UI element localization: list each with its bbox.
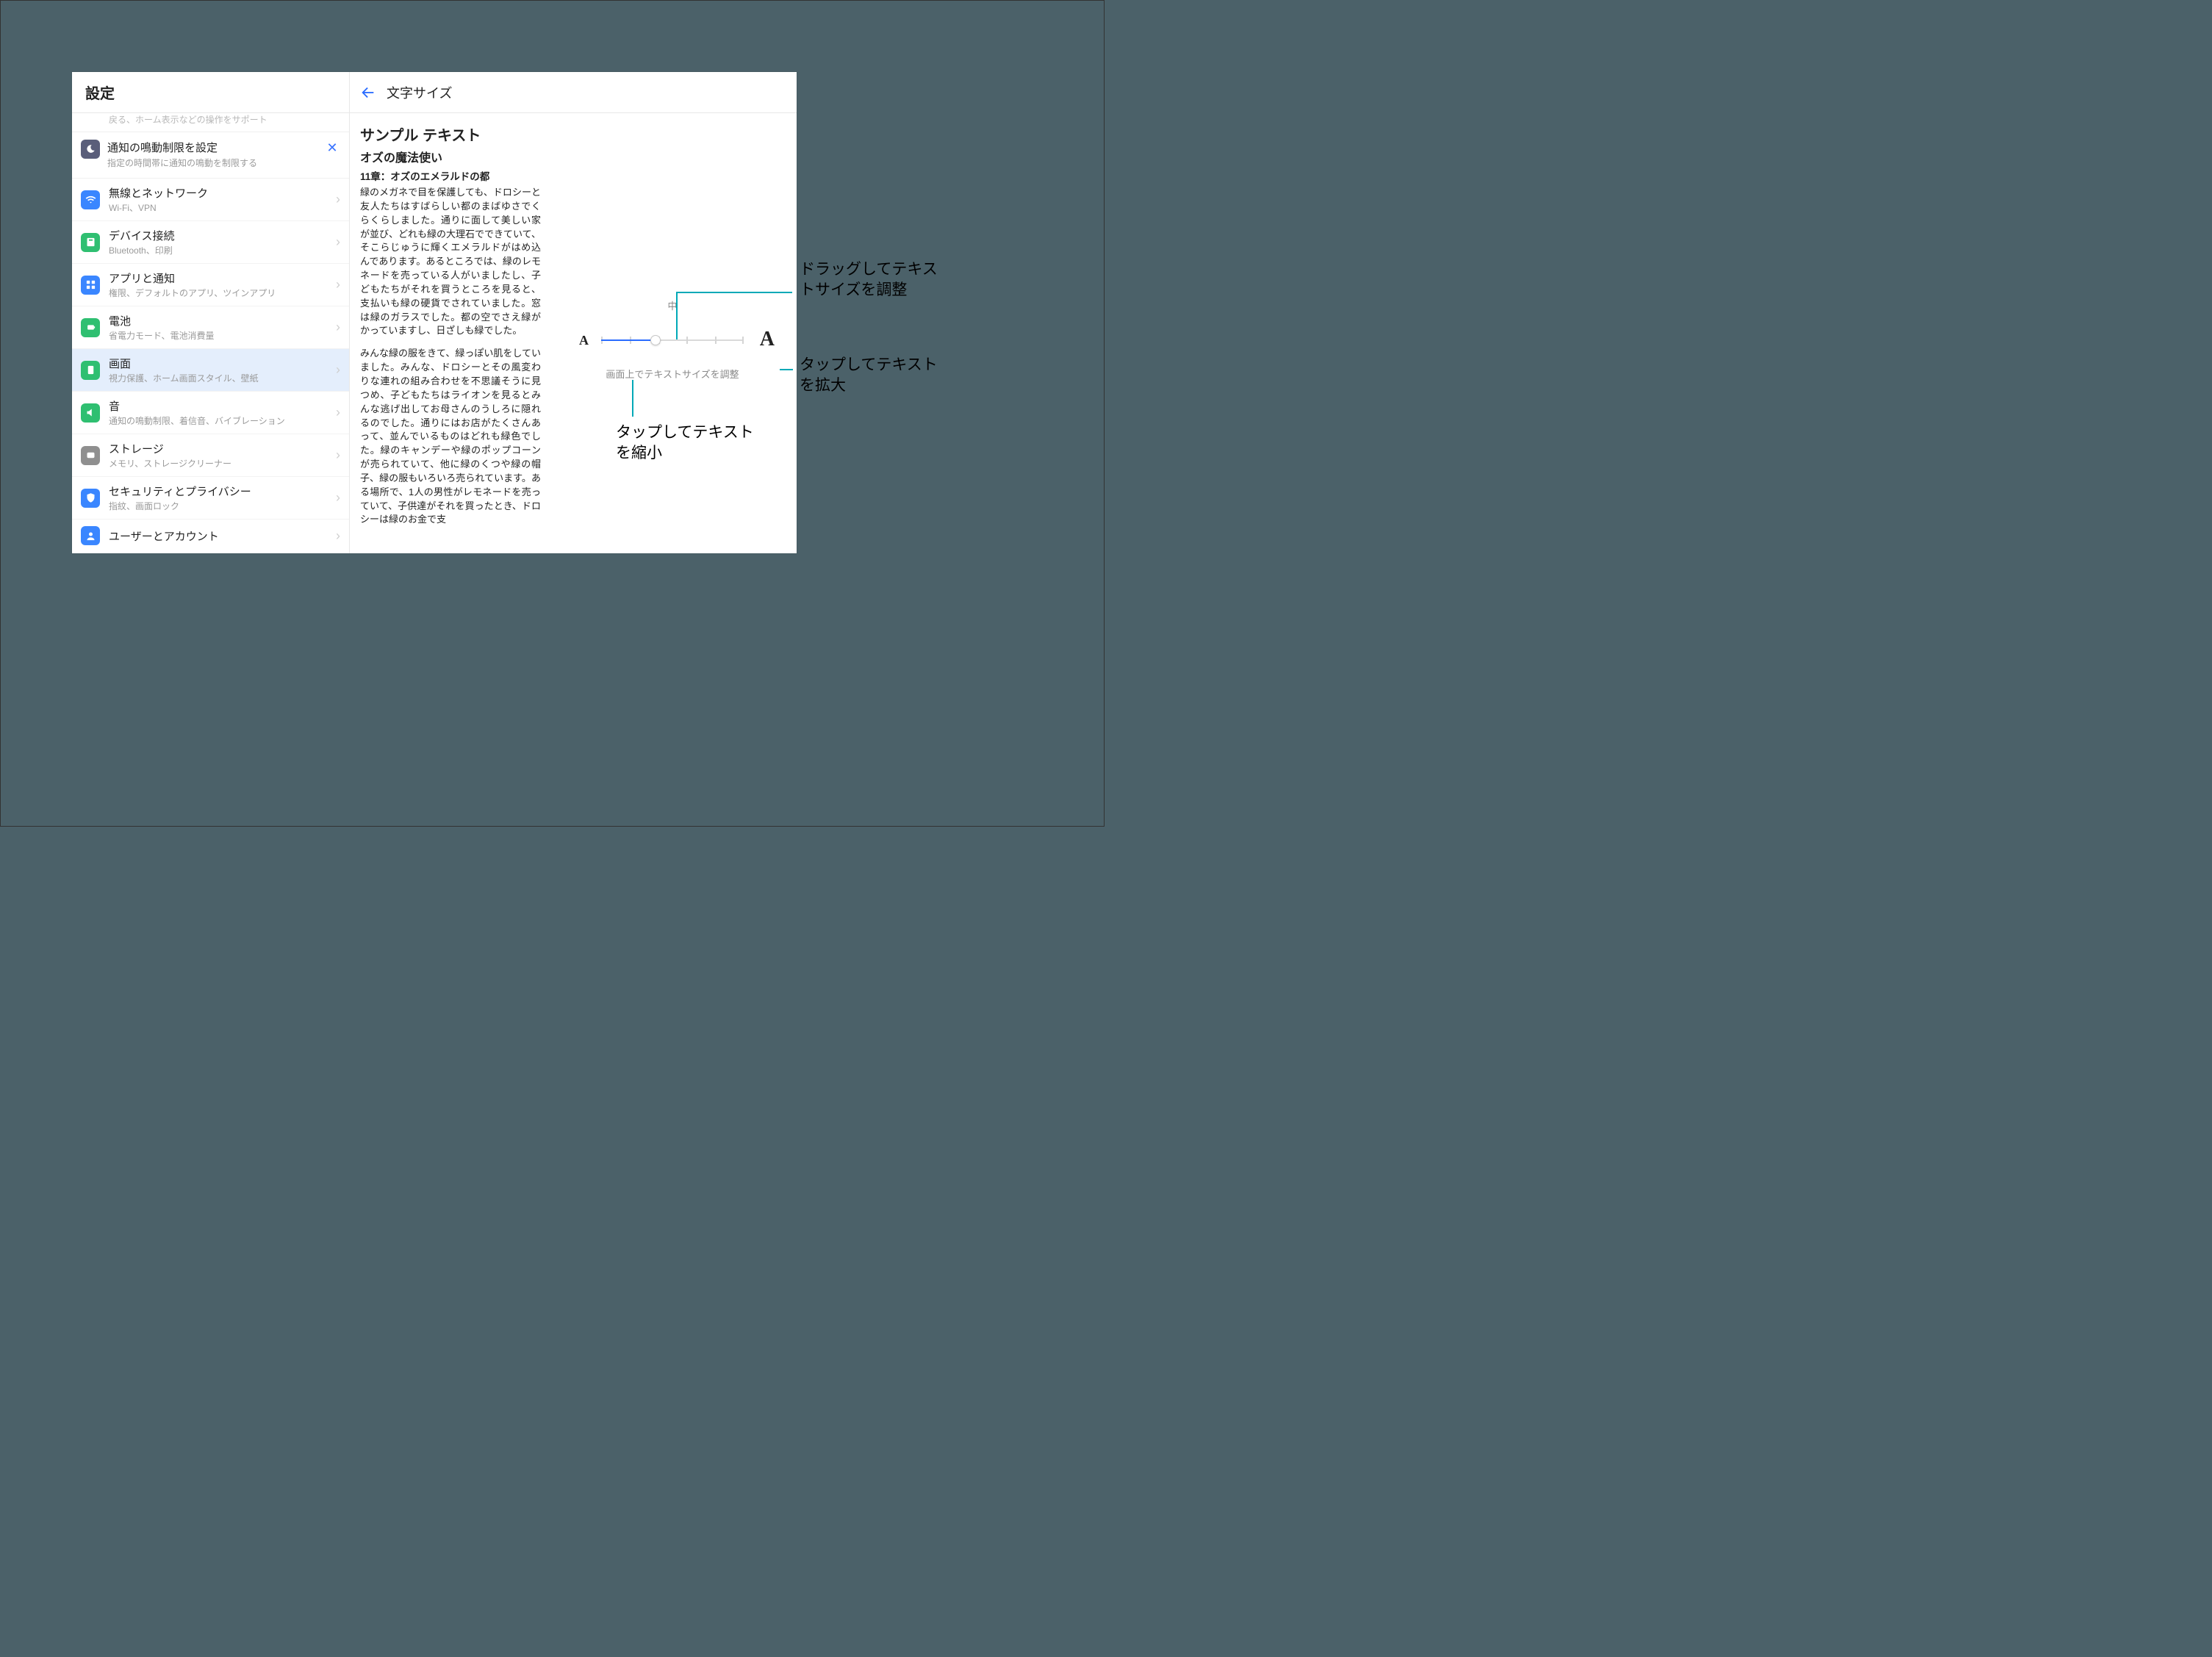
row-apps[interactable]: アプリと通知権限、デフォルトのアプリ、ツインアプリ › [72, 264, 349, 306]
row-apps-sub: 権限、デフォルトのアプリ、ツインアプリ [109, 287, 331, 299]
settings-pane: 設定 戻る、ホーム表示などの操作をサポート 通知の鳴動制限を設定 指定の時間帯に… [72, 72, 350, 553]
text-size-slider-area: 中 A A 画面上でテキストサイズを調整 [548, 113, 797, 553]
row-display[interactable]: 画面視力保護、ホーム画面スタイル、壁紙 › [72, 349, 349, 392]
sample-para-1: 緑のメガネで目を保護しても、ドロシーと友人たちはすばらしい都のまばゆさでくらくら… [360, 186, 541, 338]
sample-chapter: 11章：オズのエメラルドの都 [360, 168, 541, 183]
sample-text-block: サンプル テキスト オズの魔法使い 11章：オズのエメラルドの都 緑のメガネで目… [350, 113, 548, 553]
back-icon[interactable] [360, 85, 376, 101]
chevron-right-icon: › [331, 405, 345, 420]
row-security[interactable]: セキュリティとプライバシー指紋、画面ロック › [72, 477, 349, 520]
close-icon[interactable]: ✕ [324, 140, 340, 156]
display-icon [81, 361, 100, 380]
device-screenshot: 設定 戻る、ホーム表示などの操作をサポート 通知の鳴動制限を設定 指定の時間帯に… [72, 72, 797, 553]
chevron-right-icon: › [331, 490, 345, 506]
row-security-title: セキュリティとプライバシー [109, 484, 331, 499]
chevron-right-icon: › [331, 277, 345, 292]
storage-icon [81, 446, 100, 465]
sample-para-2: みんな緑の服をきて、緑っぽい肌をしていました。みんな、ドロシーとその風変わりな連… [360, 347, 541, 527]
row-storage-title: ストレージ [109, 441, 331, 456]
row-battery[interactable]: 電池省電力モード、電池消費量 › [72, 306, 349, 349]
row-battery-sub: 省電力モード、電池消費量 [109, 329, 331, 342]
chevron-right-icon: › [331, 320, 345, 335]
callout-line [780, 369, 793, 370]
chevron-right-icon: › [331, 528, 345, 544]
chevron-right-icon: › [331, 234, 345, 250]
dnd-tip-card[interactable]: 通知の鳴動制限を設定 指定の時間帯に通知の鳴動を制限する ✕ [72, 132, 349, 179]
row-device-connect[interactable]: デバイス接続Bluetooth、印刷 › [72, 221, 349, 264]
slider-thumb[interactable] [650, 335, 661, 345]
row-wireless-title: 無線とネットワーク [109, 185, 331, 201]
row-wireless[interactable]: 無線とネットワークWi-Fi、VPN › [72, 179, 349, 221]
callout-drag: ドラッグしてテキストサイズを調整 [800, 259, 947, 301]
sound-icon [81, 403, 100, 423]
slider-caption: 画面上でテキストサイズを調整 [548, 367, 797, 381]
chevron-right-icon: › [331, 192, 345, 207]
text-size-slider[interactable] [601, 339, 744, 341]
detail-pane: 文字サイズ サンプル テキスト オズの魔法使い 11章：オズのエメラルドの都 緑… [350, 72, 797, 553]
row-sound[interactable]: 音通知の鳴動制限、着信音、バイブレーション › [72, 392, 349, 434]
apps-icon [81, 276, 100, 295]
battery-icon [81, 318, 100, 337]
callout-line [632, 380, 633, 417]
row-device-sub: Bluetooth、印刷 [109, 244, 331, 256]
row-apps-title: アプリと通知 [109, 270, 331, 286]
shield-icon [81, 489, 100, 508]
chevron-right-icon: › [331, 448, 345, 463]
row-storage-sub: メモリ、ストレージクリーナー [109, 457, 331, 470]
chevron-right-icon: › [331, 362, 345, 378]
large-a-button[interactable]: A [760, 328, 775, 351]
detail-title: 文字サイズ [387, 83, 452, 102]
slider-mid-label: 中 [548, 298, 797, 312]
row-display-title: 画面 [109, 356, 331, 371]
callout-tap-large: タップしてテキストを拡大 [800, 355, 947, 397]
user-icon [81, 526, 100, 545]
callout-tap-small: タップしてテキストを縮小 [616, 423, 763, 464]
previous-item-subtext: 戻る、ホーム表示などの操作をサポート [72, 113, 349, 132]
callout-line [676, 292, 792, 293]
row-sound-sub: 通知の鳴動制限、着信音、バイブレーション [109, 414, 331, 427]
dnd-tip-title: 通知の鳴動制限を設定 [107, 140, 320, 155]
sample-subheading: オズの魔法使い [360, 148, 541, 165]
dnd-tip-sub: 指定の時間帯に通知の鳴動を制限する [107, 157, 320, 169]
row-wireless-sub: Wi-Fi、VPN [109, 201, 331, 214]
moon-icon [81, 140, 100, 159]
callout-line [676, 292, 678, 339]
row-security-sub: 指紋、画面ロック [109, 500, 331, 512]
sample-heading: サンプル テキスト [360, 123, 541, 145]
device-icon [81, 233, 100, 252]
settings-title: 設定 [72, 72, 349, 113]
wifi-icon [81, 190, 100, 209]
row-device-title: デバイス接続 [109, 228, 331, 243]
row-sound-title: 音 [109, 398, 331, 414]
row-users-title: ユーザーとアカウント [109, 528, 331, 544]
row-storage[interactable]: ストレージメモリ、ストレージクリーナー › [72, 434, 349, 477]
small-a-button[interactable]: A [579, 333, 589, 348]
row-display-sub: 視力保護、ホーム画面スタイル、壁紙 [109, 372, 331, 384]
row-battery-title: 電池 [109, 313, 331, 328]
